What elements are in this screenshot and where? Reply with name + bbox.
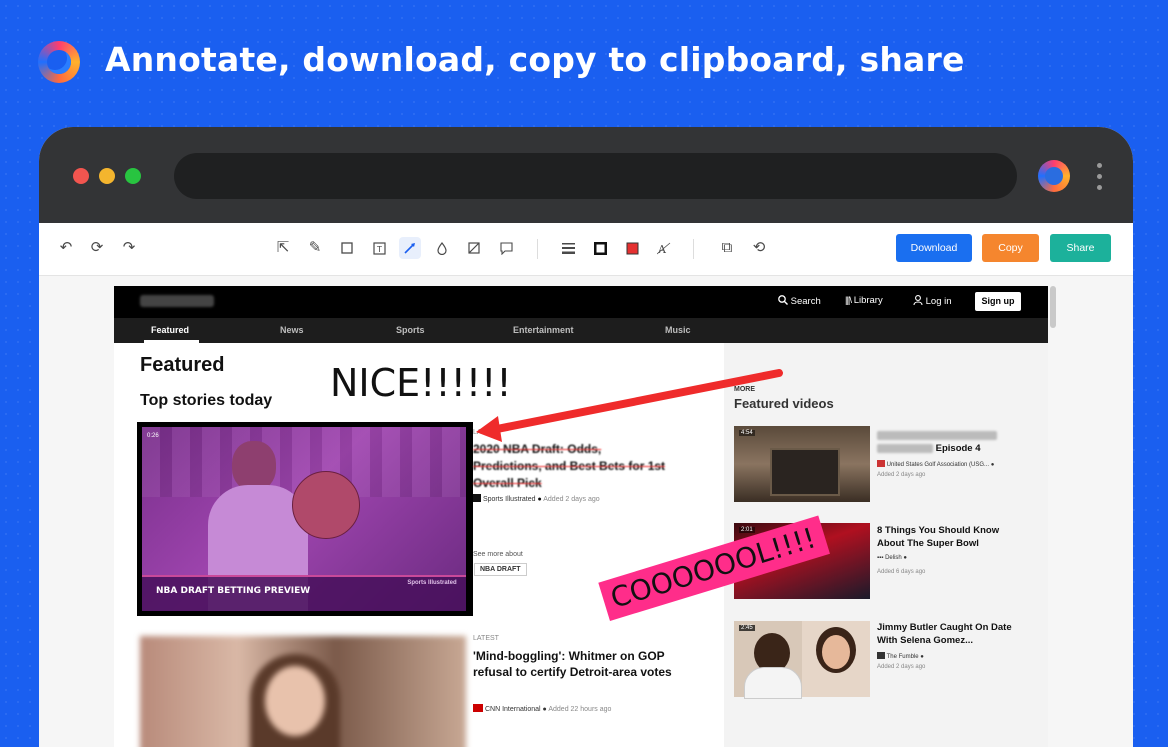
line-width-icon[interactable] (557, 237, 579, 259)
redo-icon[interactable]: ↷ (118, 237, 140, 259)
reset-icon[interactable]: ⟳ (86, 237, 108, 259)
address-bar[interactable] (174, 153, 1017, 199)
maximize-window-button[interactable] (125, 168, 141, 184)
stroke-color-icon[interactable] (589, 237, 611, 259)
select-tool-icon[interactable]: ⇱ (272, 237, 294, 259)
close-window-button[interactable] (73, 168, 89, 184)
blur-tool-icon[interactable] (431, 237, 453, 259)
screenshot-canvas: Search |||\ Library Log in Sign up Featu… (39, 276, 1133, 747)
flip-icon[interactable]: ⧉ (716, 237, 738, 259)
rectangle-tool-icon[interactable] (336, 237, 358, 259)
more-options-icon[interactable] (1097, 163, 1103, 191)
canvas-scrollbar[interactable] (1050, 286, 1056, 328)
captured-webpage: Search |||\ Library Log in Sign up Featu… (114, 286, 1048, 747)
annotation-toolbar: ↶ ⟳ ↷ ⇱ ✎ T A ⧉ ⟲ Download Copy Share (39, 223, 1133, 276)
undo-icon[interactable]: ↶ (55, 237, 77, 259)
annotation-arrow[interactable] (114, 286, 1048, 747)
pen-tool-icon[interactable]: ✎ (304, 237, 326, 259)
toolbar-separator (537, 239, 538, 259)
fill-color-icon[interactable] (621, 237, 643, 259)
rotate-icon[interactable]: ⟲ (748, 237, 770, 259)
text-tool-icon[interactable]: T (368, 237, 390, 259)
svg-text:T: T (376, 245, 382, 254)
app-logo-icon (38, 41, 80, 83)
minimize-window-button[interactable] (99, 168, 115, 184)
extension-icon[interactable] (1038, 160, 1070, 192)
crop-tool-icon[interactable] (463, 237, 485, 259)
browser-chrome (39, 127, 1133, 223)
download-button[interactable]: Download (896, 234, 972, 262)
font-style-icon[interactable]: A (653, 237, 675, 259)
comment-tool-icon[interactable] (495, 237, 517, 259)
share-button[interactable]: Share (1050, 234, 1111, 262)
copy-button[interactable]: Copy (982, 234, 1039, 262)
toolbar-separator (693, 239, 694, 259)
arrow-tool-icon[interactable] (399, 237, 421, 259)
page-headline: Annotate, download, copy to clipboard, s… (105, 40, 965, 79)
browser-window: ↶ ⟳ ↷ ⇱ ✎ T A ⧉ ⟲ Download Copy Share Se… (39, 127, 1133, 747)
